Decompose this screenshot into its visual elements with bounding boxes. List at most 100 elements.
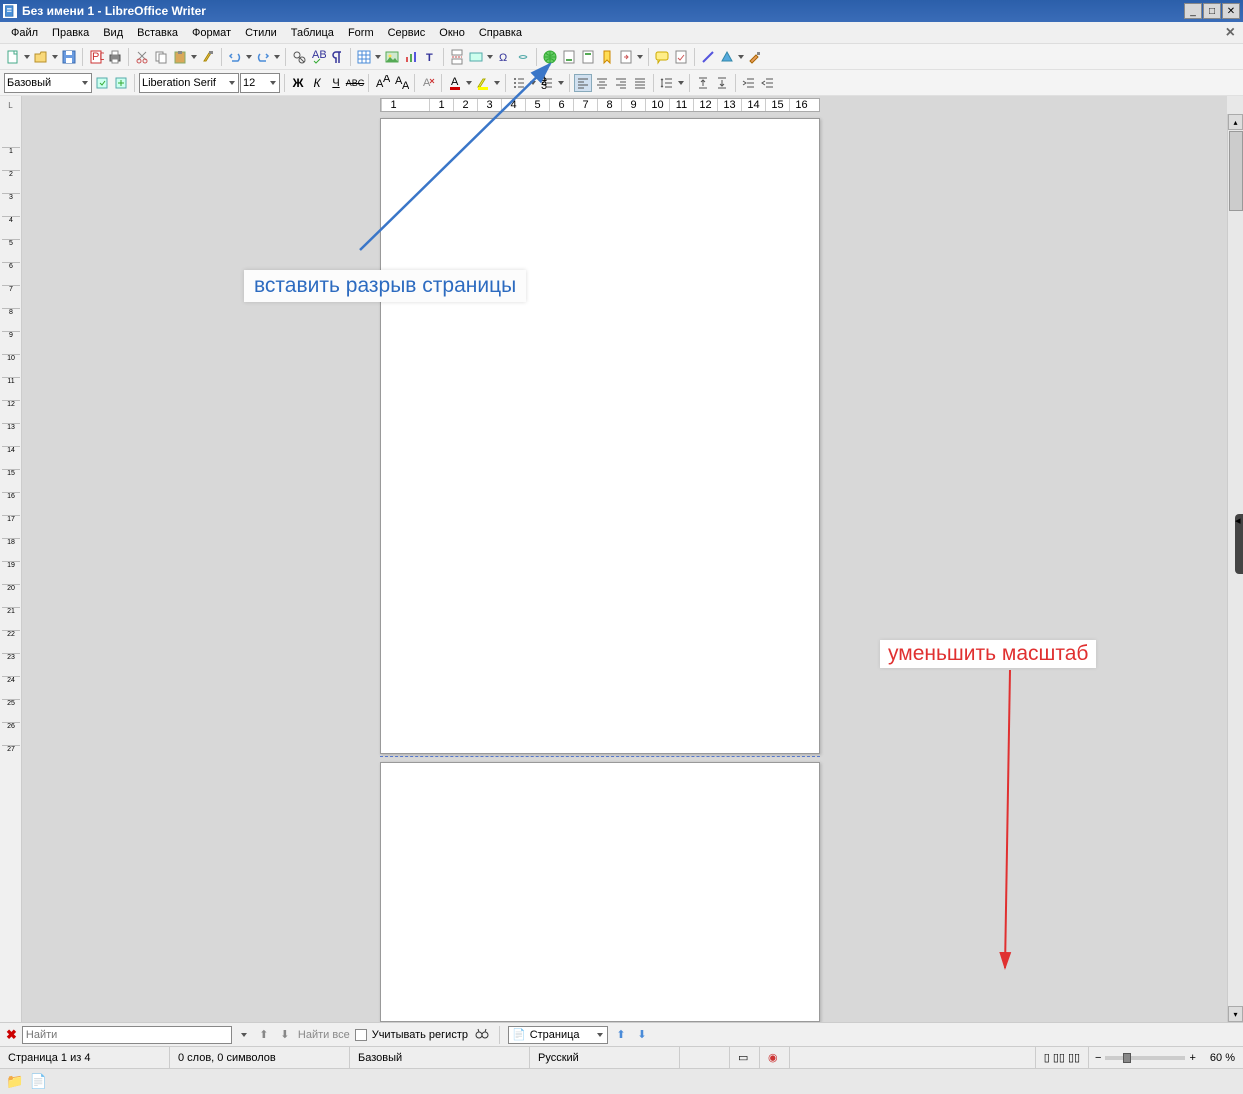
undo-dropdown[interactable] xyxy=(245,49,253,65)
redo-dropdown[interactable] xyxy=(273,49,281,65)
insert-special-char-icon[interactable]: Ω xyxy=(495,48,513,66)
menu-tools[interactable]: Сервис xyxy=(381,25,433,41)
maximize-button[interactable]: □ xyxy=(1203,3,1221,19)
save-icon[interactable] xyxy=(60,48,78,66)
insert-symbol-icon[interactable] xyxy=(514,48,532,66)
menu-edit[interactable]: Правка xyxy=(45,25,96,41)
find-dropdown[interactable] xyxy=(237,1028,251,1042)
find-prev-button[interactable]: ⬆ xyxy=(256,1027,272,1043)
undo-icon[interactable] xyxy=(226,48,244,66)
new-document-icon[interactable] xyxy=(4,48,22,66)
menu-insert[interactable]: Вставка xyxy=(130,25,185,41)
menu-view[interactable]: Вид xyxy=(96,25,130,41)
sidebar-handle[interactable]: ◂ xyxy=(1235,514,1243,574)
number-list-icon[interactable]: 123 xyxy=(538,74,556,92)
insert-table-icon[interactable] xyxy=(355,48,373,66)
superscript-icon[interactable]: AA xyxy=(373,74,391,92)
increase-indent-icon[interactable] xyxy=(740,74,758,92)
font-color-icon[interactable]: A xyxy=(446,74,464,92)
insert-bookmark-icon[interactable] xyxy=(598,48,616,66)
page-1[interactable] xyxy=(380,118,820,754)
zoom-track[interactable] xyxy=(1105,1056,1185,1060)
clear-formatting-icon[interactable]: A xyxy=(419,74,437,92)
print-icon[interactable] xyxy=(106,48,124,66)
menu-format[interactable]: Формат xyxy=(185,25,238,41)
insert-field-icon[interactable] xyxy=(467,48,485,66)
navigate-by-combo[interactable]: 📄Страница xyxy=(508,1026,608,1044)
zoom-thumb[interactable] xyxy=(1123,1053,1131,1063)
paragraph-style-combo[interactable]: Базовый xyxy=(4,73,92,93)
insert-comment-icon[interactable] xyxy=(653,48,671,66)
insert-page-break-icon[interactable] xyxy=(448,48,466,66)
draw-line-icon[interactable] xyxy=(699,48,717,66)
menu-form[interactable]: Form xyxy=(341,25,381,41)
new-dropdown[interactable] xyxy=(23,49,31,65)
zoom-value[interactable]: 60 % xyxy=(1202,1047,1243,1068)
close-button[interactable]: ✕ xyxy=(1222,3,1240,19)
copy-icon[interactable] xyxy=(152,48,170,66)
scroll-up-button[interactable]: ▴ xyxy=(1228,114,1243,130)
nav-next-button[interactable]: ⬇ xyxy=(634,1027,650,1043)
increase-para-spacing-icon[interactable] xyxy=(694,74,712,92)
document-view[interactable] xyxy=(22,114,1227,1022)
align-left-icon[interactable] xyxy=(574,74,592,92)
scroll-down-button[interactable]: ▾ xyxy=(1228,1006,1243,1022)
insert-image-icon[interactable] xyxy=(383,48,401,66)
menu-help[interactable]: Справка xyxy=(472,25,529,41)
taskbar-folder-icon[interactable]: 📁 xyxy=(6,1073,23,1090)
find-all-button[interactable]: Найти все xyxy=(298,1029,350,1041)
open-icon[interactable] xyxy=(32,48,50,66)
shapes-dropdown[interactable] xyxy=(737,49,745,65)
insert-cross-ref-icon[interactable] xyxy=(617,48,635,66)
underline-icon[interactable]: Ч xyxy=(327,74,345,92)
find-replace-icon[interactable] xyxy=(290,48,308,66)
subscript-icon[interactable]: AA xyxy=(392,74,410,92)
status-page[interactable]: Страница 1 из 4 xyxy=(0,1047,170,1068)
taskbar-document-icon[interactable]: 📄 xyxy=(29,1073,46,1090)
field-dropdown[interactable] xyxy=(486,49,494,65)
cut-icon[interactable] xyxy=(133,48,151,66)
new-style-icon[interactable] xyxy=(112,74,130,92)
align-justify-icon[interactable] xyxy=(631,74,649,92)
strikethrough-icon[interactable]: ABC xyxy=(346,74,364,92)
font-name-combo[interactable]: Liberation Serif xyxy=(139,73,239,93)
status-selection-mode[interactable]: ▭ xyxy=(730,1047,760,1068)
italic-icon[interactable]: К xyxy=(308,74,326,92)
menu-styles[interactable]: Стили xyxy=(238,25,284,41)
insert-chart-icon[interactable] xyxy=(402,48,420,66)
formatting-marks-icon[interactable] xyxy=(328,48,346,66)
spacing-dropdown[interactable] xyxy=(677,75,685,91)
insert-hyperlink-icon[interactable] xyxy=(541,48,559,66)
export-pdf-icon[interactable]: PDF xyxy=(87,48,105,66)
zoom-in-button[interactable]: + xyxy=(1189,1052,1195,1064)
status-language[interactable]: Русский xyxy=(530,1047,680,1068)
spellcheck-icon[interactable]: ABC xyxy=(309,48,327,66)
zoom-out-button[interactable]: − xyxy=(1095,1052,1101,1064)
nav-prev-button[interactable]: ⬆ xyxy=(613,1027,629,1043)
align-center-icon[interactable] xyxy=(593,74,611,92)
redo-icon[interactable] xyxy=(254,48,272,66)
basic-shapes-icon[interactable] xyxy=(718,48,736,66)
show-draw-functions-icon[interactable] xyxy=(746,48,764,66)
status-insert-mode[interactable] xyxy=(680,1047,730,1068)
find-binoculars-icon[interactable] xyxy=(473,1026,491,1044)
horizontal-ruler[interactable]: 112345678910111213141516 xyxy=(22,96,1227,114)
align-right-icon[interactable] xyxy=(612,74,630,92)
vertical-ruler[interactable]: 1234567891011121314151617181920212223242… xyxy=(0,114,22,1022)
book-view-icon[interactable]: ▯▯ xyxy=(1068,1051,1080,1064)
multi-page-view-icon[interactable]: ▯▯ xyxy=(1053,1051,1065,1064)
bold-icon[interactable]: Ж xyxy=(289,74,307,92)
highlight-dropdown[interactable] xyxy=(493,75,501,91)
find-close-button[interactable]: ✖ xyxy=(6,1027,17,1043)
vertical-scrollbar[interactable]: ▴ ◂ ▾ xyxy=(1227,114,1243,1022)
match-case-checkbox[interactable] xyxy=(355,1029,367,1041)
open-dropdown[interactable] xyxy=(51,49,59,65)
font-color-dropdown[interactable] xyxy=(465,75,473,91)
minimize-button[interactable]: _ xyxy=(1184,3,1202,19)
track-changes-icon[interactable] xyxy=(672,48,690,66)
bullet-dropdown[interactable] xyxy=(529,75,537,91)
highlight-icon[interactable] xyxy=(474,74,492,92)
paste-dropdown[interactable] xyxy=(190,49,198,65)
single-page-view-icon[interactable]: ▯ xyxy=(1044,1051,1050,1064)
font-size-combo[interactable]: 12 xyxy=(240,73,280,93)
